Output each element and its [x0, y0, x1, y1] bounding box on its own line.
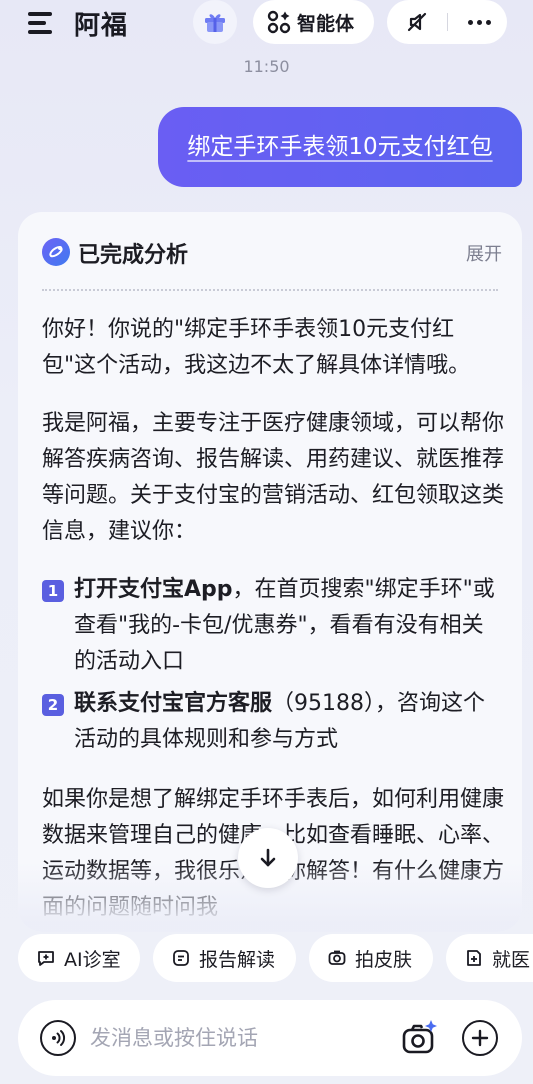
divider: [42, 289, 498, 291]
chip-report-reading[interactable]: 报告解读: [153, 934, 296, 982]
app-title: 阿福: [74, 11, 129, 41]
gift-button[interactable]: [193, 0, 237, 44]
hospital-icon: [464, 948, 484, 968]
plus-icon: [471, 1029, 489, 1047]
camera-sparkle-icon: [402, 1020, 437, 1054]
grid-icon: [267, 10, 291, 34]
chip-skin-photo[interactable]: 拍皮肤: [309, 934, 433, 982]
menu-icon[interactable]: [28, 12, 54, 34]
chip-label: AI诊室: [64, 948, 121, 971]
agent-button[interactable]: 智能体: [253, 0, 374, 44]
scroll-to-bottom-button[interactable]: [238, 828, 298, 888]
agent-label: 智能体: [297, 12, 355, 35]
mute-icon: [407, 12, 427, 32]
camera-icon: [327, 948, 347, 968]
analysis-header: 已完成分析 展开: [42, 236, 502, 268]
voice-button[interactable]: [40, 1020, 76, 1056]
top-bar: 阿福 智能体: [0, 0, 533, 48]
camera-button[interactable]: [400, 1018, 440, 1058]
chip-ai-clinic[interactable]: AI诊室: [18, 934, 140, 982]
chip-see-doctor[interactable]: 就医: [446, 934, 533, 982]
add-button[interactable]: [462, 1020, 498, 1056]
list-item-bold: 打开支付宝App: [74, 577, 233, 602]
suggestion-list: 1 打开支付宝App，在首页搜索"绑定手环"或查看"我的-卡包/优惠券"，看看有…: [42, 572, 504, 758]
composer: [18, 1000, 522, 1076]
list-item: 1 打开支付宝App，在首页搜索"绑定手环"或查看"我的-卡包/优惠券"，看看有…: [42, 572, 504, 680]
chip-label: 拍皮肤: [355, 948, 413, 971]
gift-icon: [205, 14, 225, 32]
list-number-badge: 1: [42, 580, 64, 602]
reply-paragraph: 你好！你说的"绑定手环手表领10元支付红包"这个活动，我这边不太了解具体详情哦。: [42, 317, 471, 378]
mute-button[interactable]: [401, 7, 433, 37]
analysis-icon: [42, 238, 70, 266]
reply-paragraph: 我是阿福，主要专注于医疗健康领域，可以帮你解答疾病咨询、报告解读、用药建议、就医…: [42, 411, 505, 544]
list-item-bold: 联系支付宝官方客服: [74, 691, 273, 716]
more-icon: [467, 19, 473, 25]
arrow-down-icon: [260, 848, 276, 867]
chip-label: 就医: [492, 948, 531, 971]
message-timestamp: 11:50: [243, 57, 290, 76]
voice-icon: [52, 1030, 66, 1046]
list-item: 2 联系支付宝官方客服（95188），咨询这个活动的具体规则和参与方式: [42, 686, 504, 758]
header-actions: [387, 0, 507, 44]
more-button[interactable]: [459, 7, 499, 37]
message-input[interactable]: [90, 1018, 390, 1058]
divider: [447, 13, 448, 31]
chip-label: 报告解读: [199, 948, 276, 971]
chat-plus-icon: [36, 948, 56, 968]
assistant-reply-card: 已完成分析 展开 你好！你说的"绑定手环手表领10元支付红包"这个活动，我这边不…: [18, 212, 522, 932]
quick-action-bar: AI诊室 报告解读 拍皮肤 就医: [18, 934, 533, 982]
expand-button[interactable]: 展开: [466, 240, 502, 266]
user-message-bubble[interactable]: 绑定手环手表领10元支付红包: [158, 107, 522, 187]
list-number-badge: 2: [42, 694, 64, 716]
report-icon: [171, 948, 191, 968]
user-message-text: 绑定手环手表领10元支付红包: [187, 134, 493, 160]
analysis-status: 已完成分析: [78, 243, 189, 268]
